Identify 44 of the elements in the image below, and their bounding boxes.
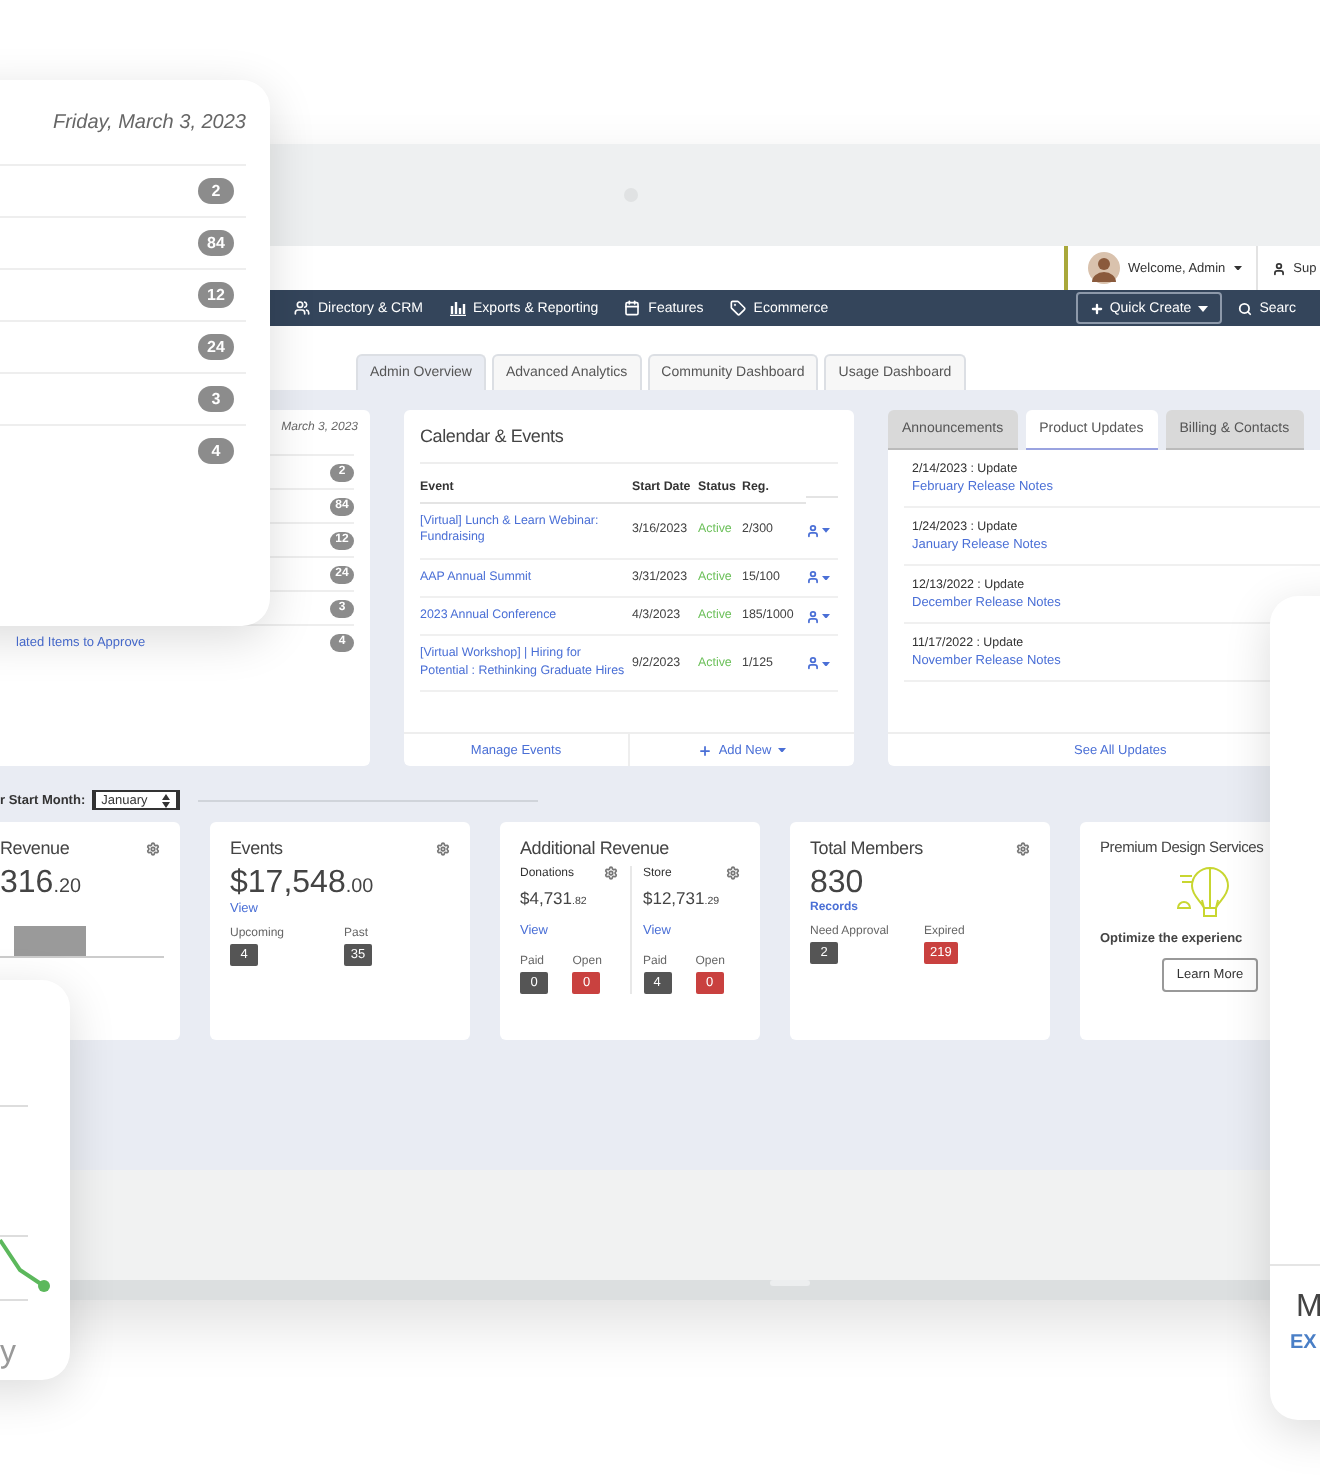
count-badge: 12 [198,282,234,308]
amount-value: 830 [810,866,866,901]
amount-value: $17,548.00 [230,866,376,902]
chart-caption: y [0,1336,18,1372]
caret-icon [1233,265,1242,271]
bar-chart-icon [449,301,466,315]
settings-icon[interactable] [726,866,740,880]
calendar-icon [624,300,641,316]
search-icon [1237,301,1252,315]
card-title: Events [230,838,283,858]
plus-icon [698,743,713,757]
settings-icon[interactable] [146,841,160,855]
date-text: Friday, March 3, 2023 [50,109,248,137]
user-icon [1271,261,1286,275]
count-badge: 24 [198,334,234,360]
side-card-link[interactable]: EX [1290,1332,1320,1354]
count-badge: 4 [198,438,234,464]
tag-icon [729,300,746,316]
settings-icon[interactable] [603,866,617,880]
card-title: Revenue [0,838,70,858]
user-icon[interactable] [806,609,820,624]
caret-icon [822,661,830,666]
caret-icon [1197,305,1208,311]
settings-icon[interactable] [436,841,450,855]
count-badge: 84 [198,230,234,256]
count-badge: 2 [198,178,234,204]
caret-icon [822,575,830,581]
users-icon [294,300,310,316]
panel-title: Calendar & Events [420,426,566,446]
amount-value: 316.20 [0,866,83,902]
caret-icon [777,747,786,753]
spinner-arrows-icon [161,793,170,807]
count-badge: 3 [198,386,234,412]
card-title: Additional Revenue [520,838,669,858]
card-title: Total Members [810,838,923,858]
caret-icon [822,614,830,619]
settings-icon[interactable] [1016,841,1030,855]
plus-icon [1089,301,1104,315]
user-icon[interactable] [806,570,820,585]
user-icon[interactable] [806,656,820,671]
side-card-title: M [1296,1290,1320,1326]
user-icon[interactable] [806,523,820,538]
caret-icon [822,528,830,534]
avatar-icon [1088,252,1120,284]
